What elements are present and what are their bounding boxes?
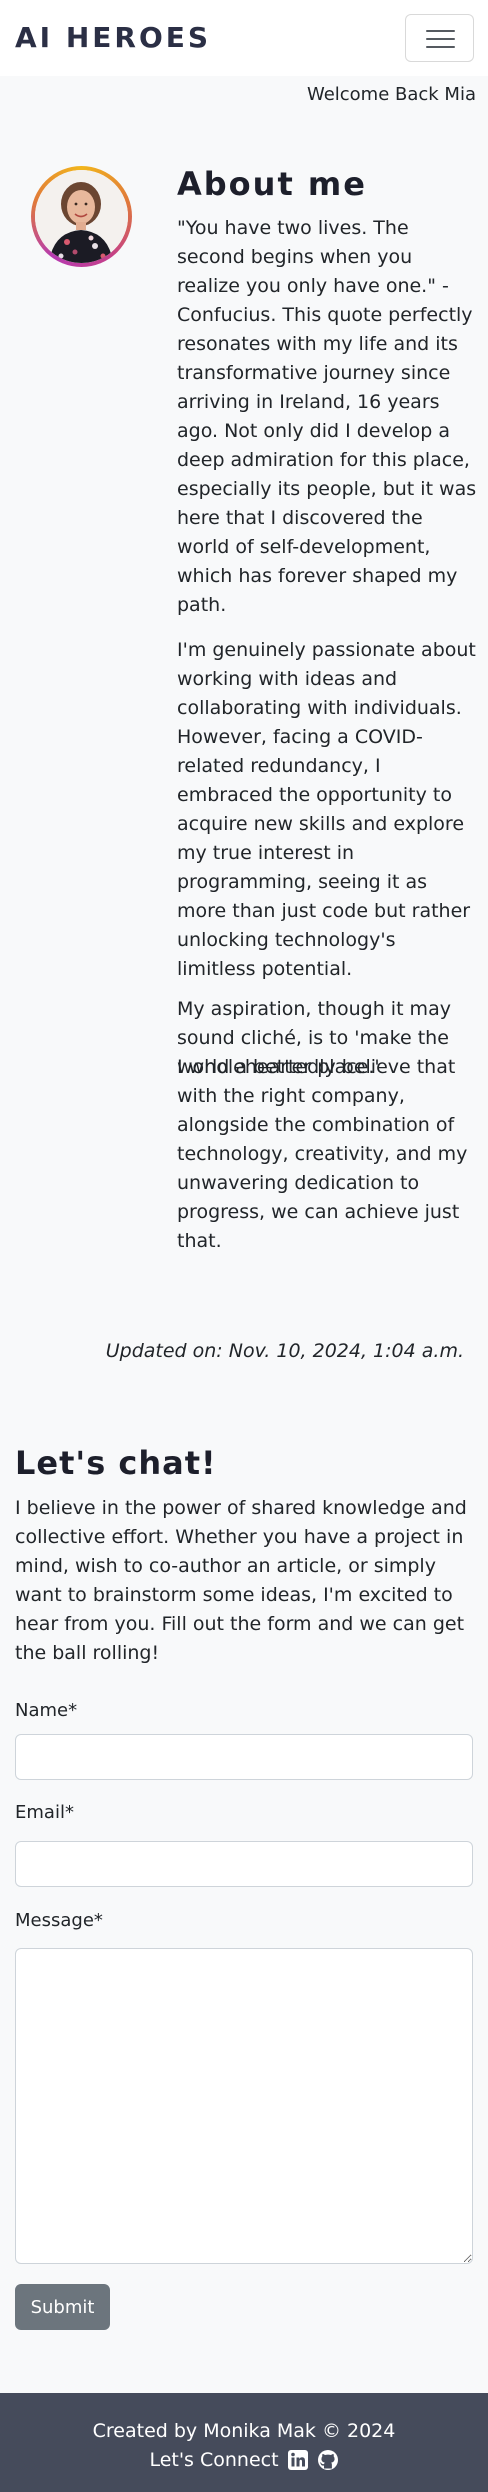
submit-button[interactable]: Submit	[15, 2284, 110, 2330]
about-paragraph-1: "You have two lives. The second begins w…	[177, 217, 477, 616]
github-icon[interactable]	[317, 2449, 339, 2471]
about-title: About me	[177, 165, 367, 203]
updated-timestamp: Updated on: Nov. 10, 2024, 1:04 a.m.	[105, 1340, 464, 1362]
navbar: AI HEROES	[0, 0, 488, 76]
profile-photo	[35, 170, 128, 263]
email-label: Email*	[15, 1802, 74, 1823]
lets-connect-label: Let's Connect	[149, 2449, 279, 2471]
profile-avatar	[31, 166, 132, 267]
email-input[interactable]	[15, 1841, 473, 1887]
linkedin-icon[interactable]	[287, 2449, 309, 2471]
name-input[interactable]	[15, 1734, 473, 1780]
chat-intro: I believe in the power of shared knowled…	[15, 1497, 467, 1664]
footer-connect-row: Let's Connect	[0, 2447, 488, 2473]
about-paragraph-4: I wholeheartedly believe that with the r…	[177, 1056, 468, 1252]
brand-logo[interactable]: AI HEROES	[15, 22, 211, 54]
name-label: Name*	[15, 1700, 78, 1721]
hamburger-menu-button[interactable]	[405, 14, 474, 62]
chat-title: Let's chat!	[15, 1444, 217, 1482]
footer-credit: Created by Monika Mak © 2024	[92, 2420, 396, 2442]
welcome-message: Welcome Back Mia	[306, 84, 476, 105]
about-paragraph-2: I'm genuinely passionate about working w…	[177, 639, 476, 980]
message-label: Message*	[15, 1910, 103, 1931]
footer: Created by Monika Mak © 2024 Let's Conne…	[0, 2393, 488, 2492]
message-textarea[interactable]	[15, 1948, 473, 2264]
